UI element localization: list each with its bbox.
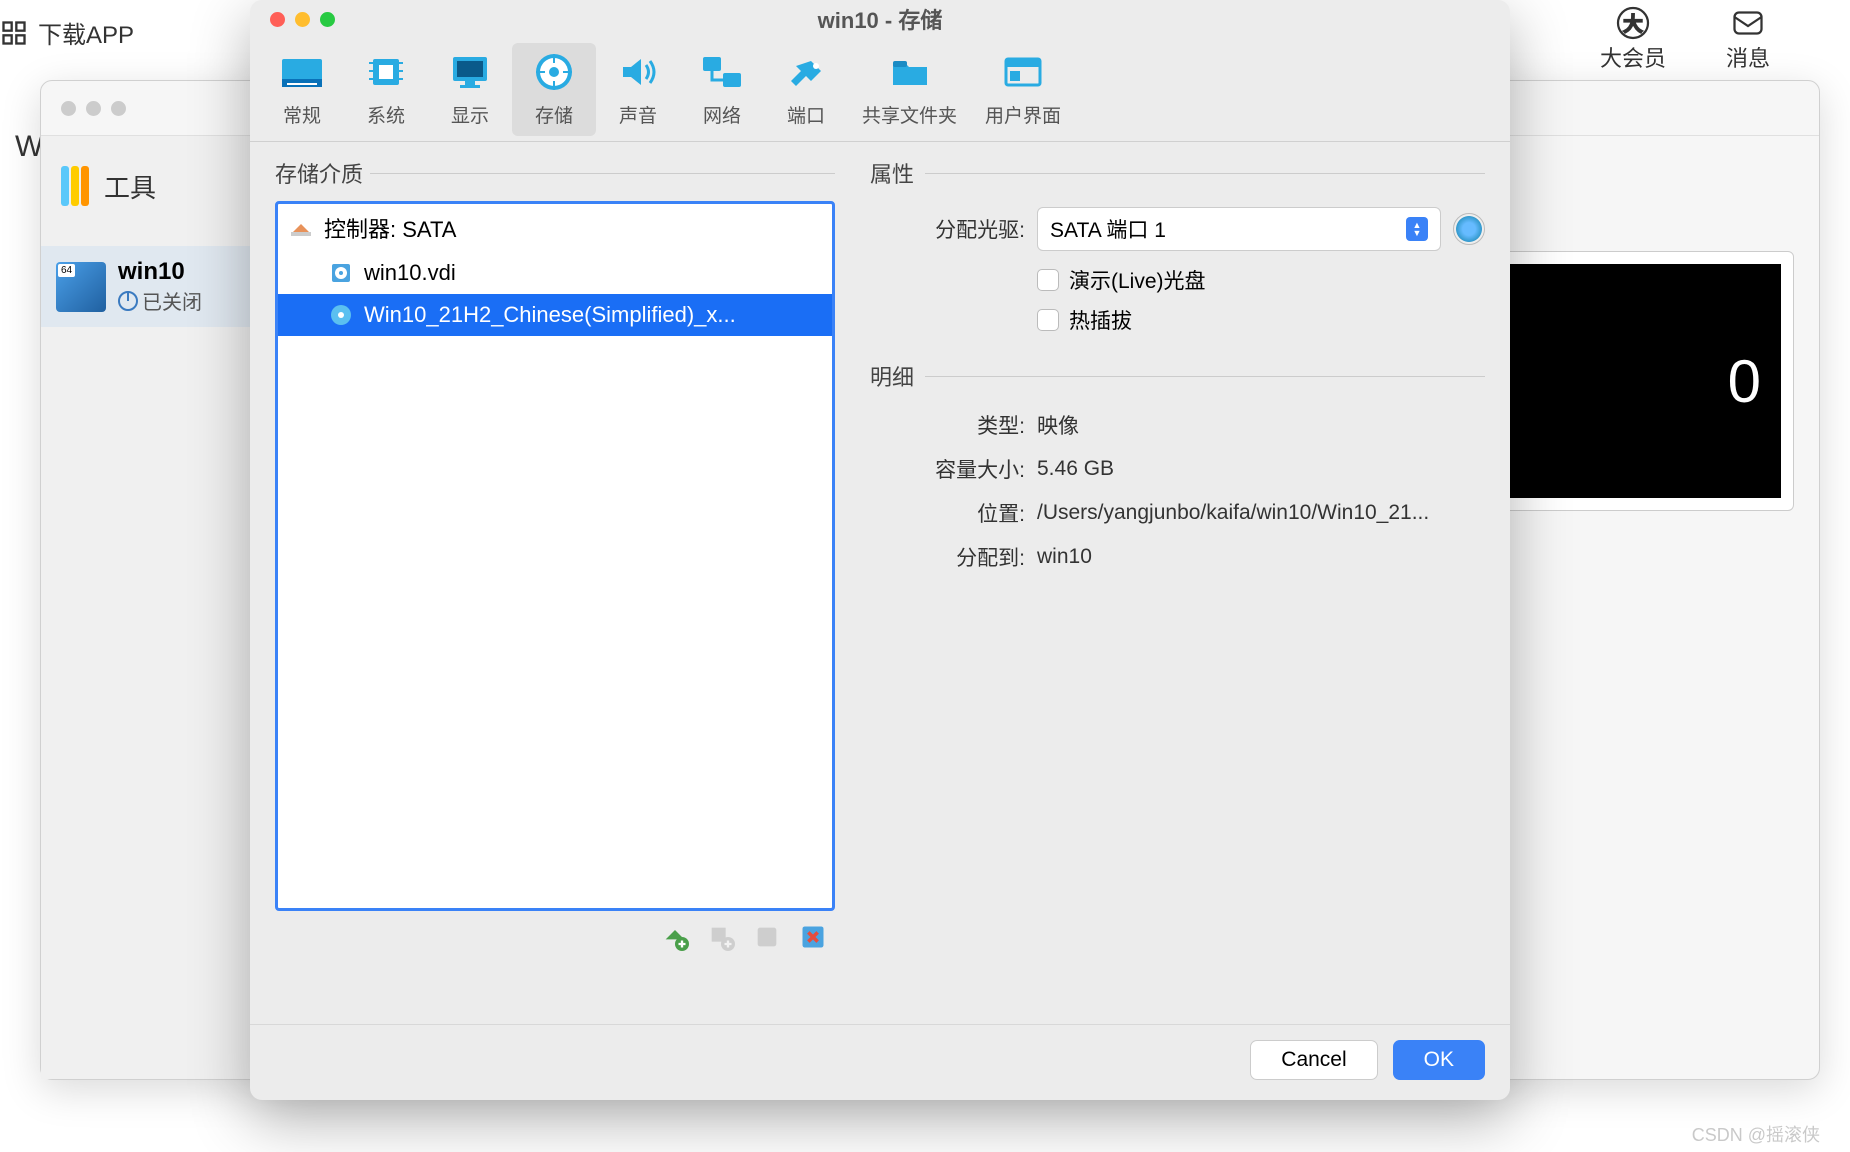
ok-button[interactable]: OK [1393, 1040, 1485, 1080]
tools-label: 工具 [104, 168, 156, 205]
size-value: 5.46 GB [1037, 457, 1485, 481]
choose-disc-button[interactable] [1453, 213, 1485, 245]
tree-item-vdi[interactable]: win10.vdi [278, 252, 832, 294]
hot-plug-checkbox[interactable] [1037, 309, 1059, 331]
vm-name: win10 [118, 258, 202, 286]
tab-network[interactable]: 网络 [680, 43, 764, 136]
tab-general[interactable]: 常规 [260, 43, 344, 136]
vm-os-icon [56, 262, 106, 312]
remove-controller-icon[interactable] [799, 923, 827, 951]
tab-display[interactable]: 显示 [428, 43, 512, 136]
settings-toolbar: 常规 系统 显示 存储 声音 网络 端口 共享文件夹 [250, 38, 1510, 142]
dialog-traffic-lights[interactable] [270, 12, 335, 27]
details-title: 明细 [870, 360, 1485, 392]
type-value: 映像 [1037, 410, 1485, 440]
live-cd-checkbox[interactable] [1037, 269, 1059, 291]
controller-row[interactable]: 控制器: SATA [278, 204, 832, 252]
preview-screen: 0 [1467, 264, 1781, 498]
vm-state: 已关闭 [118, 286, 202, 315]
live-cd-row[interactable]: 演示(Live)光盘 [1037, 265, 1485, 295]
attached-label: 分配到: [870, 542, 1025, 572]
drive-label: 分配光驱: [870, 214, 1025, 244]
tools-row[interactable]: 工具 [41, 156, 250, 216]
size-label: 容量大小: [870, 454, 1025, 484]
tools-icon [61, 166, 89, 206]
type-label: 类型: [870, 410, 1025, 440]
location-value: /Users/yangjunbo/kaifa/win10/Win10_21... [1037, 501, 1485, 525]
hdd-icon [328, 260, 354, 286]
drive-select[interactable]: SATA 端口 1 ▲▼ [1037, 207, 1441, 251]
watermark: CSDN @摇滚侠 [1692, 1121, 1820, 1147]
main-sidebar: 工具 win10 已关闭 [41, 136, 251, 1079]
svg-text:大: 大 [1623, 14, 1643, 36]
controller-icon [288, 215, 314, 241]
tab-ports[interactable]: 端口 [764, 43, 848, 136]
live-cd-label: 演示(Live)光盘 [1069, 265, 1206, 295]
disc-icon [328, 302, 354, 328]
dialog-title: win10 - 存储 [818, 3, 943, 35]
tab-shared-folders[interactable]: 共享文件夹 [848, 43, 971, 136]
cancel-button[interactable]: Cancel [1250, 1040, 1377, 1080]
tab-audio[interactable]: 声音 [596, 43, 680, 136]
tab-system[interactable]: 系统 [344, 43, 428, 136]
tab-ui[interactable]: 用户界面 [971, 43, 1075, 136]
tree-toolbar [275, 911, 835, 963]
hot-plug-label: 热插拔 [1069, 305, 1132, 335]
bg-top-right: 大大会员 消息 [1600, 5, 1770, 73]
minimize-icon[interactable] [295, 12, 310, 27]
vm-entry[interactable]: win10 已关闭 [41, 246, 250, 327]
close-icon[interactable] [270, 12, 285, 27]
attached-value: win10 [1037, 545, 1485, 569]
settings-dialog: win10 - 存储 常规 系统 显示 存储 声音 网络 端口 [250, 0, 1510, 1100]
bg-download-app: 下载APP [0, 15, 134, 50]
add-controller-icon[interactable] [661, 923, 689, 951]
storage-tree[interactable]: 控制器: SATA win10.vdi Win10_21H2_Chinese(S… [275, 201, 835, 911]
traffic-lights-main[interactable] [61, 101, 126, 116]
dialog-titlebar: win10 - 存储 [250, 0, 1510, 38]
hot-plug-row[interactable]: 热插拔 [1037, 305, 1485, 335]
power-icon [118, 291, 138, 311]
add-attachment-icon [707, 923, 735, 951]
remove-attachment-icon [753, 923, 781, 951]
tree-item-iso[interactable]: Win10_21H2_Chinese(Simplified)_x... [278, 294, 832, 336]
location-label: 位置: [870, 498, 1025, 528]
dialog-footer: Cancel OK [250, 1024, 1510, 1100]
zoom-icon[interactable] [320, 12, 335, 27]
storage-devices-title: 存储介质 [275, 157, 835, 189]
attributes-title: 属性 [870, 157, 1485, 189]
tab-storage[interactable]: 存储 [512, 43, 596, 136]
select-arrows-icon: ▲▼ [1406, 217, 1428, 241]
